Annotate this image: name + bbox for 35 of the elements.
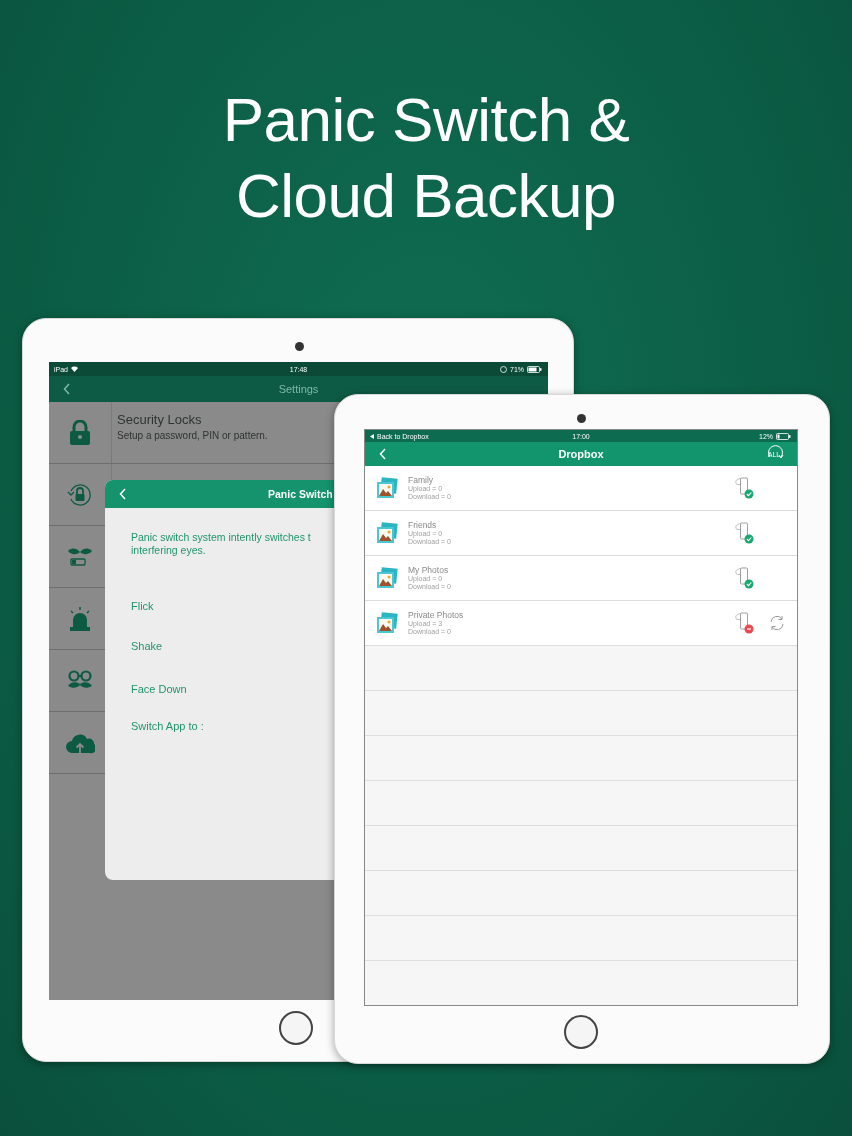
rotation-lock-icon (500, 365, 507, 373)
folder-name: Private Photos (408, 610, 465, 620)
alarm-light-icon (68, 605, 92, 632)
battery-icon (527, 365, 543, 373)
folder-name: My Photos (408, 565, 450, 575)
headline: Panic Switch & (222, 84, 630, 156)
folder-name: Friends (408, 520, 438, 530)
option-label: Flick (131, 600, 155, 612)
folder-name: Family (408, 475, 435, 485)
home-button[interactable] (564, 1015, 598, 1049)
home-button[interactable] (279, 1011, 313, 1045)
battery-icon (776, 432, 792, 440)
back-arrow-icon[interactable] (370, 433, 374, 439)
option-label: Face Down (131, 683, 188, 695)
nav-title: Dropbox (558, 448, 604, 460)
photo-album-icon (376, 612, 398, 634)
dialog-description: interfering eyes. (131, 544, 207, 557)
photo-album-icon (376, 477, 398, 499)
lock-recovery-icon (67, 481, 93, 508)
photo-album-icon (376, 567, 398, 589)
dialog-description: Panic switch system intently switches t (131, 531, 312, 544)
option-label: Shake (131, 640, 164, 652)
photo-album-icon (376, 522, 398, 544)
switch-app-label: Switch App to : (131, 720, 205, 732)
headline: Cloud Backup (236, 160, 616, 232)
refresh-icon[interactable] (768, 614, 786, 632)
back-icon[interactable] (63, 383, 71, 395)
row-title: Security Locks (117, 412, 203, 427)
wifi-icon (71, 366, 78, 372)
dialog-title: Panic Switch (268, 488, 333, 500)
lock-icon (69, 419, 91, 446)
nav-title: Settings (278, 383, 319, 395)
camera-dot (295, 342, 304, 351)
row-subtitle: Setup a password, PIN or pattern. (117, 430, 268, 441)
camera-dot (577, 414, 586, 423)
